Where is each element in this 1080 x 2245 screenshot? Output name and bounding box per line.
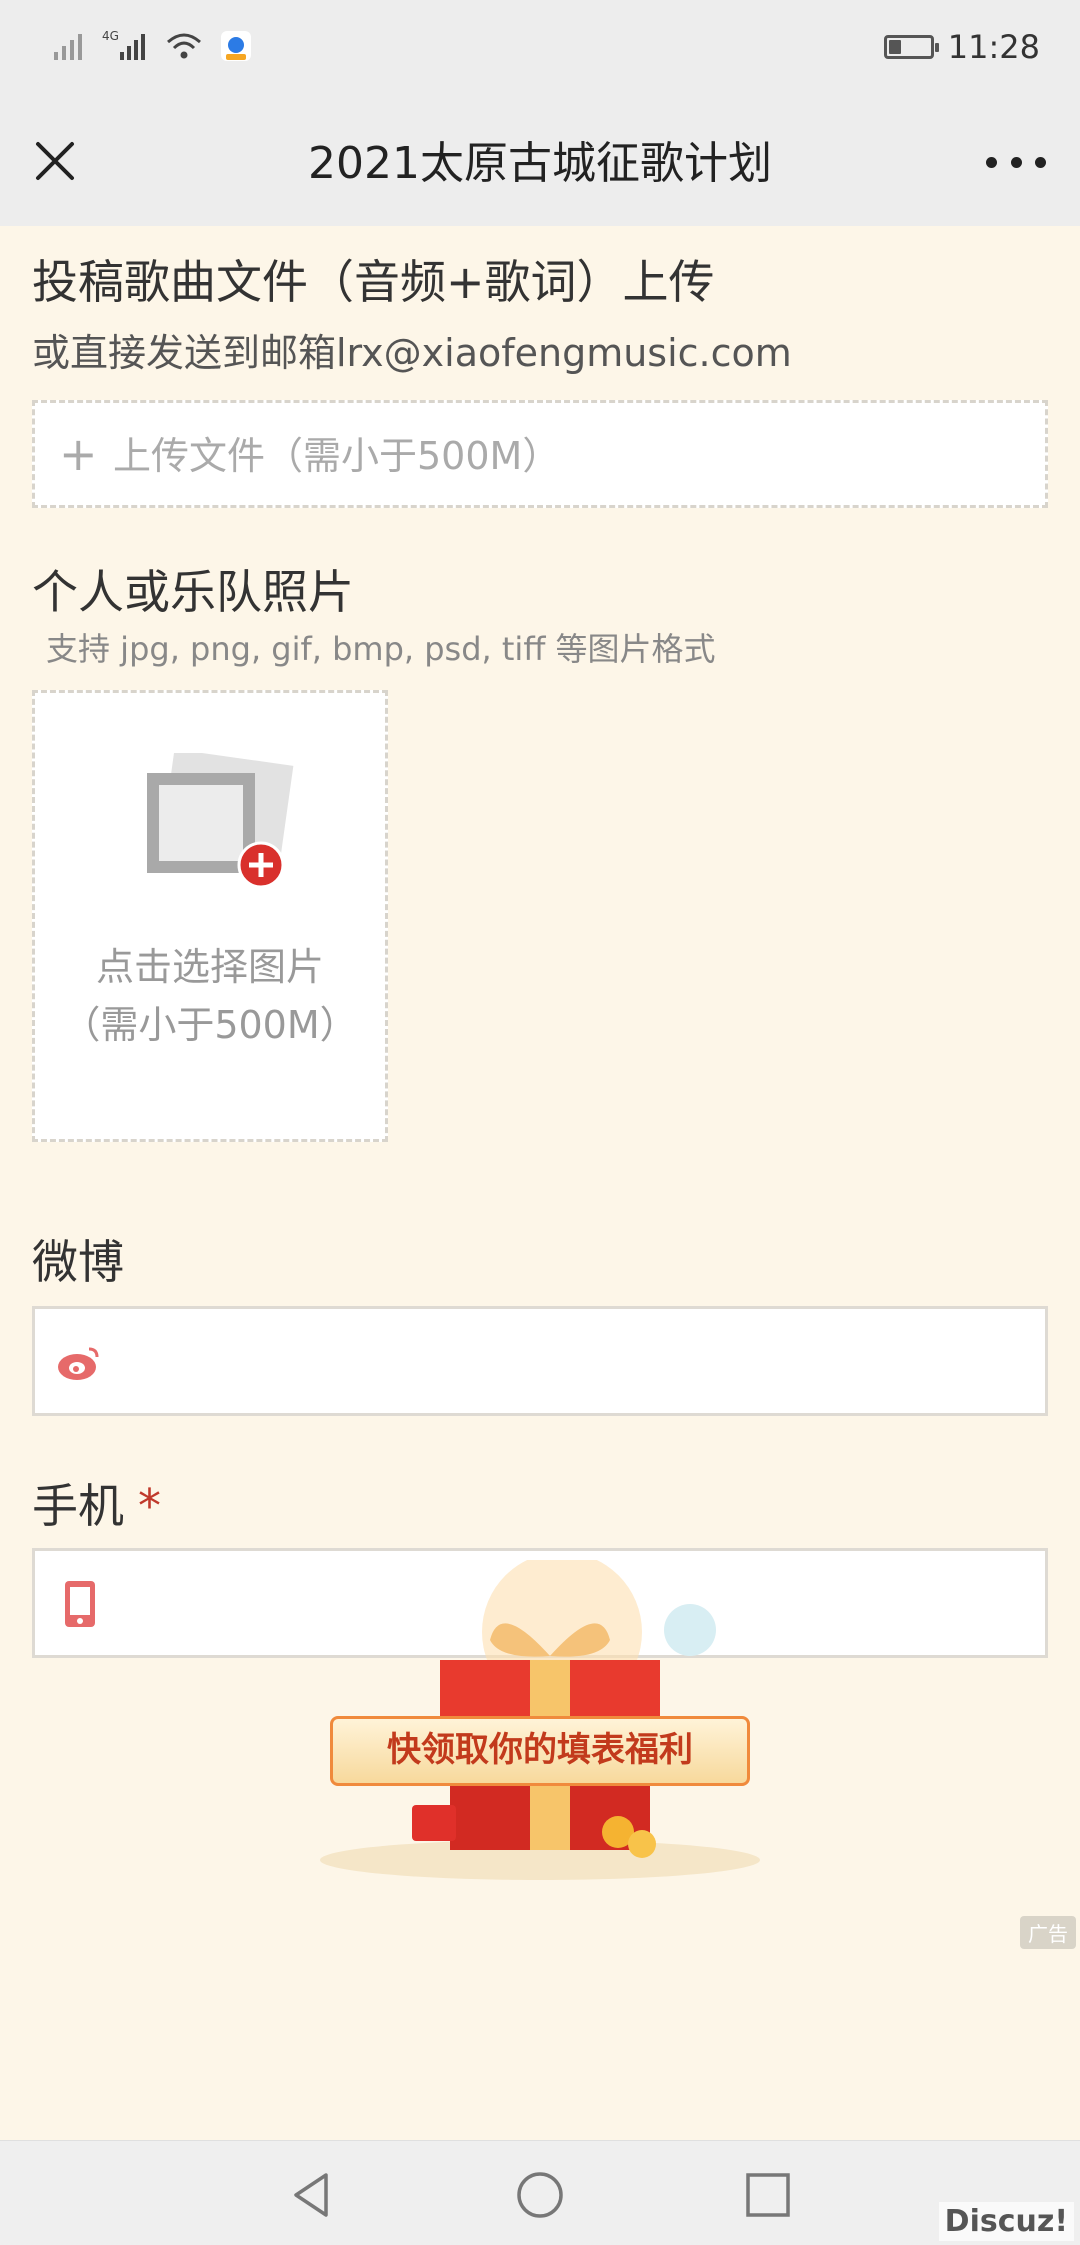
upload-file-button[interactable]: + 上传文件（需小于500M）	[32, 400, 1048, 508]
back-icon[interactable]	[286, 2169, 338, 2221]
photo-picker-label: 点击选择图片	[95, 945, 324, 989]
wifi-icon	[167, 33, 201, 59]
system-nav-bar: Discuz!	[0, 2140, 1080, 2245]
upload-title: 投稿歌曲文件（音频+歌词）上传	[32, 255, 715, 309]
ad-banner[interactable]: 快领取你的填表福利	[330, 1716, 750, 1786]
signal-4g-icon: 4G	[102, 29, 145, 60]
svg-text:4G: 4G	[102, 29, 119, 43]
battery-fill	[888, 40, 901, 54]
nav-bar: 2021太原古城征歌计划	[0, 100, 1080, 226]
required-mark: *	[138, 1479, 161, 1533]
phone-icon	[65, 1581, 95, 1627]
photo-size-hint: （需小于500M）	[62, 1003, 358, 1047]
weibo-field[interactable]	[32, 1306, 1048, 1416]
upload-file-label: 上传文件（需小于500M）	[113, 434, 561, 478]
photo-format-hint: 支持 jpg, png, gif, bmp, psd, tiff 等图片格式	[46, 630, 716, 668]
status-icons: 4G	[52, 28, 252, 62]
ad-tag: 广告	[1020, 1916, 1076, 1949]
watermark: Discuz!	[938, 2202, 1074, 2241]
weibo-input[interactable]	[125, 1319, 1029, 1405]
more-dot	[986, 156, 997, 168]
weibo-icon	[58, 1347, 99, 1380]
photo-title: 个人或乐队照片	[32, 565, 354, 619]
recents-icon[interactable]	[742, 2169, 794, 2221]
close-icon[interactable]	[30, 136, 80, 186]
more-dot	[1035, 156, 1046, 168]
battery-icon	[883, 35, 939, 59]
status-bar: 4G 11:28	[0, 0, 1080, 100]
status-right: 11:28	[883, 28, 1040, 66]
phone-label-text: 手机	[32, 1479, 124, 1533]
phone-label: 手机 *	[32, 1470, 161, 1536]
upload-subtitle: 或直接发送到邮箱lrx@xiaofengmusic.com	[32, 331, 792, 375]
more-dot	[1010, 156, 1022, 168]
weibo-label: 微博	[32, 1235, 124, 1289]
page-title: 2021太原古城征歌计划	[308, 138, 772, 189]
photo-picker[interactable]: 点击选择图片 （需小于500M）	[32, 690, 388, 1142]
add-image-icon	[147, 753, 294, 889]
home-icon[interactable]	[514, 2169, 566, 2221]
plus-icon: +	[59, 427, 98, 481]
more-menu-icon[interactable]	[986, 142, 1046, 182]
signal-icon	[54, 34, 82, 60]
clock: 11:28	[947, 28, 1040, 66]
baidu-app-icon	[221, 31, 251, 61]
